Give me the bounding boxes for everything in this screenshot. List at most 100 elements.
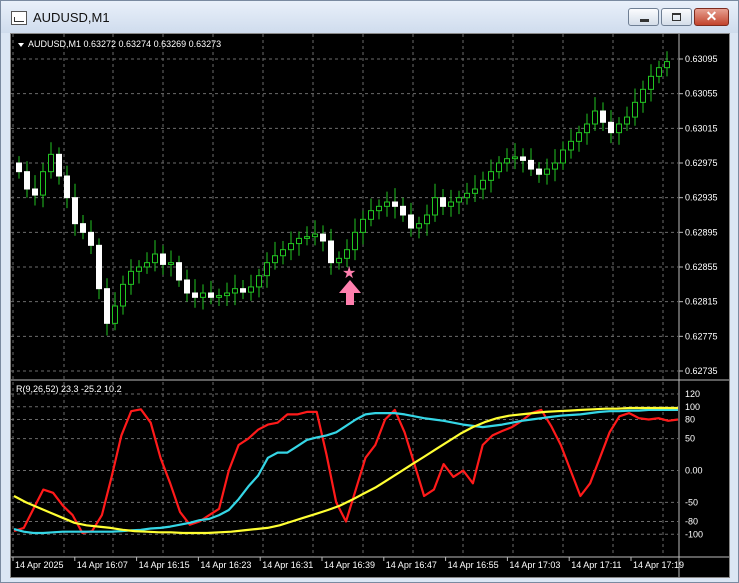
candle-body <box>416 223 422 229</box>
candle-body <box>496 162 502 173</box>
candle-body <box>512 156 518 160</box>
indicator-scale-label: -50 <box>685 497 698 507</box>
indicator-scale-label: 80 <box>685 415 695 425</box>
main-chart-header: AUDUSD,M1 0.63272 0.63274 0.63269 0.6327… <box>28 39 221 49</box>
candle-body <box>80 223 86 233</box>
chart-area[interactable]: ★ 0.63095 0.63055 0.63015 0.62975 0.62935 0.6… <box>10 33 730 578</box>
candle-body <box>656 67 662 77</box>
candle-body <box>224 292 230 297</box>
candle-body <box>408 214 414 229</box>
candle-body <box>392 201 398 207</box>
time-label: 14 Apr 16:23 <box>200 560 251 570</box>
candle-body <box>280 249 286 257</box>
time-label: 14 Apr 17:11 <box>571 560 621 570</box>
candle-body <box>32 188 38 196</box>
candle-body <box>488 171 494 181</box>
price-label: 0.63055 <box>685 89 718 99</box>
indicator-scale-label: -80 <box>685 517 698 527</box>
time-label: 14 Apr 17:19 <box>633 560 684 570</box>
price-chart-canvas[interactable]: ★ 0.63095 0.63055 0.63015 0.62975 0.62935 0.6… <box>11 34 729 577</box>
candle-body <box>16 162 22 173</box>
candle-body <box>368 210 374 220</box>
candle-body <box>296 237 302 245</box>
candle-body <box>600 110 606 123</box>
candle-body <box>632 101 638 118</box>
candle-body <box>200 292 206 298</box>
candle-body <box>560 149 566 164</box>
candle-body <box>592 110 598 125</box>
indicator-scale-label: 0.00 <box>685 466 703 476</box>
time-label: 14 Apr 16:07 <box>77 560 128 570</box>
chart-grid <box>11 34 729 577</box>
candle-body <box>384 201 390 207</box>
star-icon: ★ <box>342 263 356 282</box>
candle-body <box>208 292 214 298</box>
indicator-line-r-9- <box>13 408 679 535</box>
candle-body <box>472 188 478 194</box>
indicator-scale-label: 100 <box>685 402 700 412</box>
candle-body <box>64 175 70 199</box>
price-label: 0.63095 <box>685 54 718 64</box>
candle-body <box>96 244 102 290</box>
chart-window-icon[interactable] <box>11 11 27 25</box>
minimize-button[interactable] <box>628 8 659 26</box>
signal-markers: ★ <box>339 263 361 305</box>
price-label: 0.62975 <box>685 158 718 168</box>
window-title: AUDUSD,M1 <box>33 10 110 25</box>
candle-body <box>160 253 166 265</box>
candle-body <box>616 123 622 134</box>
maximize-button[interactable] <box>661 8 692 26</box>
close-button[interactable]: ✕ <box>694 8 729 26</box>
candle-body <box>192 292 198 298</box>
candle-body <box>352 231 358 251</box>
price-label: 0.62855 <box>685 262 718 272</box>
candle-body <box>576 132 582 142</box>
title-bar[interactable]: AUDUSD,M1 ✕ <box>1 1 738 33</box>
chart-dropdown-icon[interactable] <box>18 43 24 47</box>
candle-body <box>216 295 222 298</box>
candle-body <box>568 140 574 151</box>
candle-body <box>272 255 278 264</box>
candle-body <box>344 249 350 259</box>
candle-body <box>504 158 510 164</box>
price-label: 0.62775 <box>685 331 718 341</box>
candle-body <box>72 197 78 225</box>
time-label: 14 Apr 16:31 <box>262 560 313 570</box>
price-label: 0.62735 <box>685 366 718 376</box>
candle-body <box>232 288 238 294</box>
candle-body <box>176 262 182 281</box>
indicator-header: R(9,26,52) 23.3 -25.2 10.2 <box>16 384 122 394</box>
candle-body <box>304 236 310 239</box>
close-icon: ✕ <box>705 8 718 24</box>
time-label: 14 Apr 16:15 <box>139 560 190 570</box>
candle-body <box>168 262 174 265</box>
candle-body <box>112 305 118 324</box>
candle-body <box>40 171 46 196</box>
candle-body <box>120 283 126 307</box>
candle-body <box>24 171 30 190</box>
candle-body <box>624 116 630 125</box>
candle-body <box>56 153 62 177</box>
candle-body <box>360 218 366 233</box>
candle-body <box>448 201 454 207</box>
candle-body <box>48 153 54 173</box>
candle-body <box>480 179 486 190</box>
candle-body <box>240 288 246 293</box>
candle-body <box>536 168 542 175</box>
candle-body <box>336 257 342 264</box>
candle-body <box>520 156 526 161</box>
candle-body <box>152 253 158 264</box>
candle-body <box>144 262 150 268</box>
candle-body <box>608 121 614 134</box>
candle-body <box>424 214 430 225</box>
maximize-icon <box>672 13 681 21</box>
candle-body <box>664 61 670 69</box>
candle-body <box>248 286 254 293</box>
candle-body <box>288 243 294 251</box>
candle-body <box>640 88 646 103</box>
candle-body <box>464 192 470 199</box>
time-label: 14 Apr 17:03 <box>509 560 560 570</box>
indicator-scale-label: -100 <box>685 529 703 539</box>
candle-body <box>456 197 462 203</box>
candle-body <box>544 168 550 175</box>
